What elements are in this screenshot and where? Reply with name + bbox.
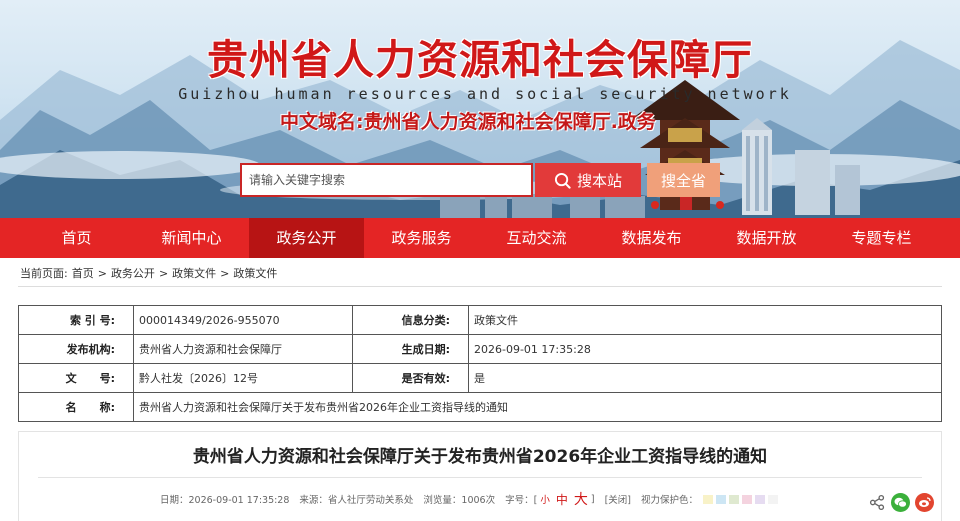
share-bar [869, 493, 934, 512]
nav-item-data-release[interactable]: 数据发布 [594, 218, 709, 258]
article-divider [38, 477, 922, 478]
category-value: 政策文件 [468, 305, 942, 335]
nav-item-data-open[interactable]: 数据开放 [709, 218, 824, 258]
index-label: 索 引 号: [18, 305, 134, 335]
nav-item-home[interactable]: 首页 [19, 218, 134, 258]
article-views: 浏览量：1006次 [423, 495, 496, 506]
color-swatch-pink[interactable] [742, 494, 753, 504]
docno-value: 黔人社发〔2026〕12号 [133, 363, 353, 393]
nav-item-topics[interactable]: 专题专栏 [824, 218, 939, 258]
font-size-medium[interactable]: 中 [556, 491, 568, 508]
font-size-small[interactable]: 小 [540, 492, 550, 506]
article-title: 贵州省人力资源和社会保障厅关于发布贵州省2026年企业工资指导线的通知 [192, 447, 768, 467]
search-box [240, 163, 533, 197]
search-site-label: 搜本站 [576, 171, 622, 190]
breadcrumb-prefix: 当前页面: [20, 267, 68, 280]
breadcrumb-separator: > [97, 266, 107, 280]
date-value: 2026-09-01 17:35:28 [468, 334, 942, 364]
eye-protection-label: 视力保护色： [641, 495, 699, 506]
search-all-button[interactable]: 搜全省 [647, 163, 720, 197]
color-swatch-yellow[interactable] [703, 494, 714, 504]
font-size-label: 字号：[ [505, 495, 538, 506]
site-domain: 中文域名:贵州省人力资源和社会保障厅.政务 [280, 111, 656, 133]
index-value: 000014349/2026-955070 [133, 305, 353, 335]
share-icon[interactable] [869, 494, 886, 511]
color-swatch-gray[interactable] [768, 494, 779, 504]
site-title: 贵州省人力资源和社会保障厅 [207, 36, 753, 84]
breadcrumb-policy-docs[interactable]: 政策文件 [172, 265, 216, 281]
search-all-label: 搜全省 [660, 171, 706, 190]
color-swatch-blue[interactable] [716, 494, 727, 504]
table-row: 文 号: 黔人社发〔2026〕12号 是否有效: 是 [18, 363, 942, 393]
font-size-large[interactable]: 大 [574, 489, 588, 509]
publisher-label: 发布机构: [18, 334, 134, 364]
table-row: 名 称: 贵州省人力资源和社会保障厅关于发布贵州省2026年企业工资指导线的通知 [18, 392, 942, 422]
article-date: 日期：2026-09-01 17:35:28 [160, 495, 290, 506]
breadcrumb-policy-docs-current[interactable]: 政策文件 [233, 265, 277, 281]
valid-label: 是否有效: [352, 363, 469, 393]
nav-item-news[interactable]: 新闻中心 [134, 218, 249, 258]
docno-label: 文 号: [18, 363, 134, 393]
name-value: 贵州省人力资源和社会保障厅关于发布贵州省2026年企业工资指导线的通知 [133, 392, 942, 422]
breadcrumb-divider [18, 286, 942, 287]
wechat-icon[interactable] [891, 493, 910, 512]
site-subtitle: Guizhou human resources and social secur… [178, 85, 792, 103]
table-row: 发布机构: 贵州省人力资源和社会保障厅 生成日期: 2026-09-01 17:… [18, 334, 942, 364]
breadcrumb-separator: > [220, 266, 230, 280]
article-meta: 日期：2026-09-01 17:35:28 来源：省人社厅劳动关系处 浏览量：… [160, 489, 779, 509]
search-site-button[interactable]: 搜本站 [535, 163, 641, 197]
publisher-value: 贵州省人力资源和社会保障厅 [133, 334, 353, 364]
table-row: 索 引 号: 000014349/2026-955070 信息分类: 政策文件 [18, 305, 942, 335]
color-swatch-purple[interactable] [755, 494, 766, 504]
breadcrumb-home[interactable]: 首页 [72, 265, 94, 281]
valid-value: 是 [468, 363, 942, 393]
color-swatch-green[interactable] [729, 494, 740, 504]
document-info-table: 索 引 号: 000014349/2026-955070 信息分类: 政策文件 … [18, 305, 942, 422]
category-label: 信息分类: [352, 305, 469, 335]
font-size-end: ] [590, 493, 595, 505]
weibo-icon[interactable] [915, 493, 934, 512]
breadcrumb-gov-affairs[interactable]: 政务公开 [111, 265, 155, 281]
article-source: 来源：省人社厅劳动关系处 [299, 495, 414, 506]
breadcrumb-separator: > [158, 266, 169, 280]
search-icon [554, 172, 571, 189]
nav-item-gov-services[interactable]: 政务服务 [364, 218, 479, 258]
nav-item-interaction[interactable]: 互动交流 [479, 218, 594, 258]
date-label: 生成日期: [352, 334, 469, 364]
close-button[interactable]: [关闭] [605, 492, 631, 506]
breadcrumb: 当前页面: 首页 > 政务公开 > 政策文件 > 政策文件 [20, 265, 277, 281]
search-input[interactable] [242, 165, 531, 195]
main-nav: 首页 新闻中心 政务公开 政务服务 互动交流 数据发布 数据开放 专题专栏 [0, 218, 960, 258]
nav-item-gov-affairs[interactable]: 政务公开 [249, 218, 364, 258]
name-label: 名 称: [18, 392, 134, 422]
